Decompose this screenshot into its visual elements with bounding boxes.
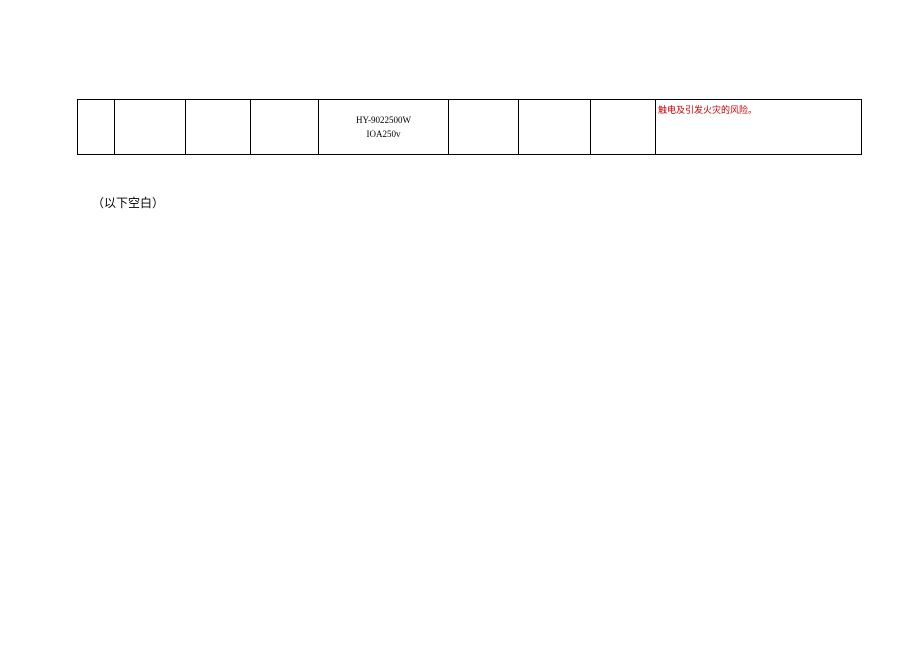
cell-2: [115, 100, 186, 155]
blank-note: （以下空白）: [92, 194, 164, 211]
model-line2: IOA250v: [321, 127, 446, 141]
cell-model: HY-9022500W IOA250v: [319, 100, 449, 155]
cell-4: [251, 100, 319, 155]
data-table: HY-9022500W IOA250v 触电及引发火灾的风险。: [77, 99, 861, 155]
cell-1: [78, 100, 115, 155]
cell-8: [591, 100, 656, 155]
table: HY-9022500W IOA250v 触电及引发火灾的风险。: [77, 99, 862, 155]
cell-3: [186, 100, 251, 155]
cell-7: [519, 100, 591, 155]
cell-6: [449, 100, 519, 155]
model-line1: HY-9022500W: [321, 113, 446, 127]
cell-warning: 触电及引发火灾的风险。: [656, 100, 862, 155]
table-row: HY-9022500W IOA250v 触电及引发火灾的风险。: [78, 100, 862, 155]
